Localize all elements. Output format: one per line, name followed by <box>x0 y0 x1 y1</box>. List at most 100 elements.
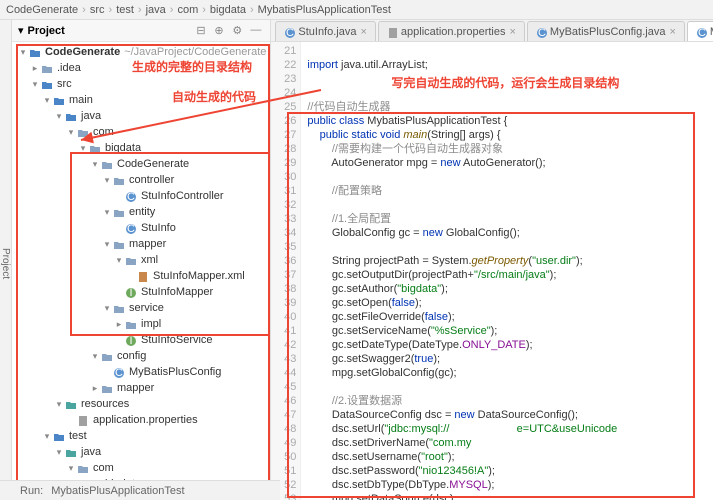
tree-row[interactable]: ▾controller <box>12 172 270 188</box>
twisty-icon[interactable]: ▾ <box>54 111 64 122</box>
code-line[interactable]: gc.setSwagger2(true); <box>307 352 713 366</box>
twisty-icon[interactable]: ▾ <box>78 143 88 154</box>
twisty-icon[interactable]: ▾ <box>90 159 100 170</box>
bc-2[interactable]: test <box>116 4 134 16</box>
editor-tab[interactable]: CStuInfo.java× <box>275 21 376 41</box>
close-icon[interactable]: × <box>509 26 515 38</box>
run-tab[interactable]: MybatisPlusApplicationTest <box>51 485 184 497</box>
tree-row[interactable]: ▾resources <box>12 396 270 412</box>
code-line[interactable] <box>307 170 713 184</box>
tree-row[interactable]: CStuInfoController <box>12 188 270 204</box>
tree-row[interactable]: ▾test <box>12 428 270 444</box>
tree-row[interactable]: ▾com <box>12 124 270 140</box>
code-line[interactable]: String projectPath = System.getProperty(… <box>307 254 713 268</box>
twisty-icon[interactable]: ▾ <box>30 79 40 90</box>
code-line[interactable]: //代码自动生成器 <box>307 100 713 114</box>
code-line[interactable]: //1.全局配置 <box>307 212 713 226</box>
code-line[interactable] <box>307 72 713 86</box>
code-line[interactable]: dsc.setDriverName("com.my <box>307 436 713 450</box>
bc-4[interactable]: com <box>177 4 198 16</box>
twisty-icon[interactable]: ▾ <box>42 431 52 442</box>
tree-row[interactable]: ▾java <box>12 444 270 460</box>
tree-row[interactable]: ▾main <box>12 92 270 108</box>
code-line[interactable]: //配置策略 <box>307 184 713 198</box>
tree-row[interactable]: CStuInfo <box>12 220 270 236</box>
tree-row[interactable]: IStuInfoService <box>12 332 270 348</box>
code-line[interactable]: gc.setDateType(DateType.ONLY_DATE); <box>307 338 713 352</box>
settings-icon[interactable]: ⚙ <box>232 24 246 38</box>
code-line[interactable]: public static void main(String[] args) { <box>307 128 713 142</box>
tree-row[interactable]: application.properties <box>12 412 270 428</box>
tree-row[interactable]: CMyBatisPlusConfig <box>12 364 270 380</box>
tree-row[interactable]: ▾src <box>12 76 270 92</box>
code-line[interactable]: GlobalConfig gc = new GlobalConfig(); <box>307 226 713 240</box>
code-line[interactable]: dsc.setUrl("jdbc:mysql:// e=UTC&useUnico… <box>307 422 713 436</box>
tree-row[interactable]: ▸mapper <box>12 380 270 396</box>
tree-row[interactable]: ▾mapper <box>12 236 270 252</box>
twisty-icon[interactable]: ▾ <box>54 399 64 410</box>
project-tool-tab[interactable]: Project <box>0 20 12 500</box>
code-line[interactable] <box>307 86 713 100</box>
twisty-icon[interactable]: ▾ <box>102 303 112 314</box>
code-line[interactable]: AutoGenerator mpg = new AutoGenerator(); <box>307 156 713 170</box>
tree-row[interactable]: ▸impl <box>12 316 270 332</box>
code-line[interactable]: gc.setOpen(false); <box>307 296 713 310</box>
code-line[interactable] <box>307 44 713 58</box>
bc-0[interactable]: CodeGenerate <box>6 4 78 16</box>
code-line[interactable]: //2.设置数据源 <box>307 394 713 408</box>
twisty-icon[interactable]: ▸ <box>90 383 100 394</box>
project-tree[interactable]: ▾CodeGenerate~/JavaProject/CodeGenerate ▸… <box>12 42 270 500</box>
tree-row[interactable]: ▾service <box>12 300 270 316</box>
twisty-icon[interactable]: ▾ <box>18 47 28 58</box>
twisty-icon[interactable]: ▾ <box>90 351 100 362</box>
code-line[interactable] <box>307 240 713 254</box>
code-line[interactable]: gc.setServiceName("%sService"); <box>307 324 713 338</box>
twisty-icon[interactable]: ▾ <box>102 239 112 250</box>
locate-icon[interactable]: ⊕ <box>214 24 228 38</box>
editor-tab[interactable]: CMyBatisPlusConfig.java× <box>527 21 685 41</box>
code-line[interactable]: dsc.setDbType(DbType.MYSQL); <box>307 478 713 492</box>
bc-3[interactable]: java <box>146 4 166 16</box>
collapse-icon[interactable]: ⊟ <box>196 24 210 38</box>
twisty-icon[interactable]: ▾ <box>114 255 124 266</box>
hide-icon[interactable]: — <box>250 24 264 38</box>
code-line[interactable]: dsc.setPassword("nio123456!A"); <box>307 464 713 478</box>
tree-row[interactable]: ▾CodeGenerate~/JavaProject/CodeGenerate <box>12 44 270 60</box>
run-label[interactable]: Run: <box>20 485 43 497</box>
code-line[interactable]: gc.setAuthor("bigdata"); <box>307 282 713 296</box>
editor-tab[interactable]: application.properties× <box>378 21 525 41</box>
tree-row[interactable]: IStuInfoMapper <box>12 284 270 300</box>
code-line[interactable]: //需要构建一个代码自动生成器对象 <box>307 142 713 156</box>
tree-row[interactable]: ▾java <box>12 108 270 124</box>
code-line[interactable] <box>307 380 713 394</box>
close-icon[interactable]: × <box>360 26 366 38</box>
twisty-icon[interactable]: ▾ <box>66 463 76 474</box>
bc-5[interactable]: bigdata <box>210 4 246 16</box>
tree-row[interactable]: ▾entity <box>12 204 270 220</box>
code-line[interactable]: public class MybatisPlusApplicationTest … <box>307 114 713 128</box>
code-line[interactable]: gc.setOutputDir(projectPath+"/src/main/j… <box>307 268 713 282</box>
bc-6[interactable]: MybatisPlusApplicationTest <box>258 4 391 16</box>
twisty-icon[interactable]: ▾ <box>66 127 76 138</box>
tree-row[interactable]: ▾com <box>12 460 270 476</box>
code-line[interactable]: DataSourceConfig dsc = new DataSourceCon… <box>307 408 713 422</box>
close-icon[interactable]: × <box>669 26 675 38</box>
tree-row[interactable]: ▾config <box>12 348 270 364</box>
editor-tab[interactable]: CMybatisPlusApplicationTest.java× <box>687 21 713 41</box>
tree-row[interactable]: ▾CodeGenerate <box>12 156 270 172</box>
code-line[interactable]: import java.util.ArrayList; <box>307 58 713 72</box>
twisty-icon[interactable]: ▾ <box>54 447 64 458</box>
code-line[interactable]: gc.setFileOverride(false); <box>307 310 713 324</box>
tree-row[interactable]: ▾xml <box>12 252 270 268</box>
code-line[interactable]: mpg.setGlobalConfig(gc); <box>307 366 713 380</box>
project-dropdown-icon[interactable]: ▾ <box>18 24 24 37</box>
code-editor[interactable]: import java.util.ArrayList; //代码自动生成器pub… <box>301 42 713 500</box>
code-line[interactable] <box>307 198 713 212</box>
code-line[interactable]: mpg.setDataSource(dsc); <box>307 492 713 500</box>
twisty-icon[interactable]: ▾ <box>102 207 112 218</box>
tree-row[interactable]: StuInfoMapper.xml <box>12 268 270 284</box>
twisty-icon[interactable]: ▾ <box>42 95 52 106</box>
bc-1[interactable]: src <box>90 4 105 16</box>
tree-row[interactable]: ▾bigdata <box>12 140 270 156</box>
twisty-icon[interactable]: ▸ <box>30 63 40 74</box>
